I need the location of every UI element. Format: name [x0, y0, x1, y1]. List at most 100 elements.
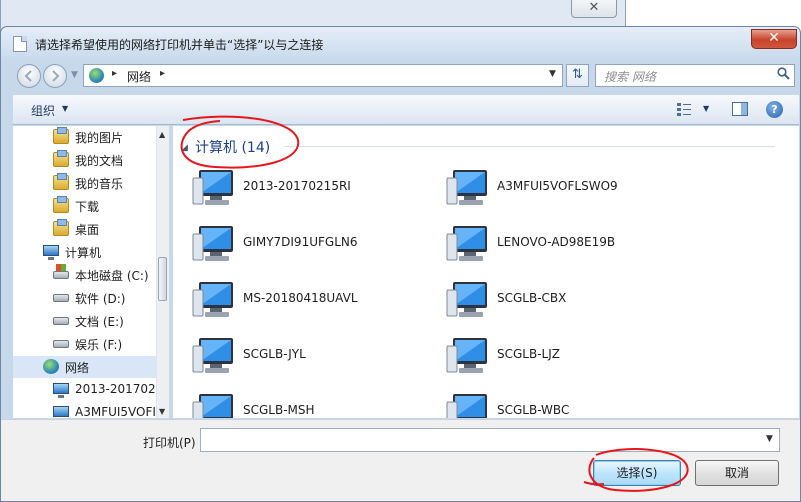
group-divider [285, 146, 775, 147]
dialog-title: 请选择希望使用的网络打印机并单击“选择”以与之连接 [35, 38, 324, 52]
pictures-library-icon [53, 127, 69, 144]
sidebar-item-drive-d[interactable]: 软件 (D:) [13, 287, 159, 309]
computer-name: SCGLB-WBC [497, 403, 570, 417]
sidebar-item-label: 计算机 [65, 246, 102, 260]
music-library-icon [53, 173, 69, 190]
computer-tile[interactable]: A3MFUI5VOFLSWO9 [445, 164, 685, 212]
computer-name: SCGLB-MSH [243, 403, 315, 417]
history-dropdown-icon[interactable]: ▼ [71, 70, 78, 80]
sidebar-item-label: 我的文档 [75, 154, 124, 168]
computer-name: A3MFUI5VOFLSWO9 [497, 179, 618, 193]
computer-icon [191, 336, 235, 376]
breadcrumb-network[interactable]: 网络 [127, 68, 151, 85]
sidebar-item-documents[interactable]: 我的文档 [13, 149, 159, 171]
sidebar-item-desktop[interactable]: 桌面 [13, 218, 159, 240]
computer-tile[interactable]: LENOVO-AD98E19B [445, 220, 685, 268]
computer-icon [191, 280, 235, 320]
computer-tile[interactable]: SCGLB-MSH [191, 388, 431, 418]
sidebar-item-label: 网络 [65, 361, 90, 375]
close-button[interactable]: ✕ [751, 29, 797, 49]
address-dropdown-icon[interactable]: ▼ [549, 69, 556, 79]
scroll-up-icon[interactable]: ▲ [159, 130, 165, 139]
sidebar-item-computer[interactable]: 计算机 [13, 241, 159, 263]
search-icon[interactable] [777, 67, 790, 80]
forward-arrow-icon [52, 70, 60, 82]
drive-icon [53, 340, 69, 348]
view-options-icon[interactable] [676, 102, 692, 116]
document-icon [13, 36, 27, 52]
computer-icon [445, 168, 489, 208]
sidebar-item-drive-f[interactable]: 娱乐 (F:) [13, 333, 159, 355]
computer-name: 2013-20170215RI [243, 179, 351, 193]
system-drive-icon [53, 264, 69, 279]
sidebar-item-drive-c[interactable]: 本地磁盘 (C:) [13, 264, 159, 286]
scrollbar-thumb[interactable] [158, 257, 167, 301]
navigation-pane: 我的图片 我的文档 我的音乐 下载 桌面 计算机 本地磁盘 (C:) 软件 (D… [13, 126, 169, 418]
group-header-computers[interactable]: 计算机 (14) [195, 137, 270, 157]
computer-tile[interactable]: 2013-20170215RI [191, 164, 431, 212]
drive-icon [53, 317, 69, 325]
computer-icon [191, 224, 235, 264]
network-icon [89, 68, 104, 83]
chevron-down-icon[interactable]: ▼ [703, 104, 709, 113]
computer-icon [445, 392, 489, 418]
computer-name: MS-20180418UAVL [243, 291, 358, 305]
back-button[interactable] [17, 64, 41, 88]
sidebar-item-computer-a3mf[interactable]: A3MFUI5VOFI [13, 402, 159, 418]
printer-dropdown-icon[interactable]: ▼ [766, 434, 773, 444]
computer-name: GIMY7DI91UFGLN6 [243, 235, 358, 249]
help-icon[interactable]: ? [766, 101, 783, 118]
sidebar-item-music[interactable]: 我的音乐 [13, 172, 159, 194]
sidebar-item-drive-e[interactable]: 文档 (E:) [13, 310, 159, 332]
sidebar-item-label: A3MFUI5VOFI [75, 405, 156, 418]
computer-name: SCGLB-CBX [497, 291, 567, 305]
computer-tile[interactable]: MS-20180418UAVL [191, 276, 431, 324]
select-button[interactable]: 选择(S) [593, 460, 681, 486]
printer-input[interactable] [200, 428, 780, 452]
organize-menu[interactable]: 组织 [31, 102, 55, 119]
drive-icon [53, 294, 69, 302]
computer-icon [43, 245, 59, 260]
search-input[interactable]: 搜索 网络 [595, 64, 795, 87]
forward-button[interactable] [43, 64, 67, 88]
sidebar-item-label: 本地磁盘 (C:) [75, 269, 149, 283]
computer-tile[interactable]: SCGLB-LJZ [445, 332, 685, 380]
computer-tile[interactable]: SCGLB-JYL [191, 332, 431, 380]
sidebar-item-label: 娱乐 (F:) [75, 338, 123, 352]
sidebar-item-pictures[interactable]: 我的图片 [13, 126, 159, 148]
printer-label: 打印机(P) [143, 436, 196, 450]
scroll-down-icon[interactable]: ▼ [159, 407, 165, 416]
title-bar: 请选择希望使用的网络打印机并单击“选择”以与之连接 [1, 27, 800, 61]
search-placeholder: 搜索 网络 [604, 70, 656, 84]
collapse-group-icon[interactable]: ◢ [181, 143, 188, 153]
sidebar-item-label: 2013-2017021 [75, 382, 164, 396]
computer-icon [445, 336, 489, 376]
computer-name: SCGLB-LJZ [497, 347, 560, 361]
sidebar-item-computer-2013[interactable]: 2013-2017021 [13, 379, 163, 401]
toolbar: 组织 ▼ ▼ ? [13, 95, 799, 125]
bottom-panel: 打印机(P) ▼ 选择(S) 取消 [1, 419, 800, 501]
computer-tile[interactable]: SCGLB-CBX [445, 276, 685, 324]
computer-name: LENOVO-AD98E19B [497, 235, 616, 249]
select-printer-dialog: 请选择希望使用的网络打印机并单击“选择”以与之连接 ✕ ▼ ▸ 网络 ▸ ▼ ⇅… [0, 26, 801, 502]
sidebar-item-label: 文档 (E:) [75, 315, 124, 329]
cancel-button[interactable]: 取消 [695, 460, 779, 486]
computer-tile[interactable]: GIMY7DI91UFGLN6 [191, 220, 431, 268]
breadcrumb-chevron-icon[interactable]: ▸ [112, 68, 117, 79]
address-bar[interactable]: ▸ 网络 ▸ ▼ [83, 64, 563, 87]
preview-pane-icon[interactable] [732, 102, 748, 116]
computer-icon [445, 224, 489, 264]
computer-tile[interactable]: SCGLB-WBC [445, 388, 685, 418]
sidebar-item-network[interactable]: 网络 [13, 356, 159, 378]
network-icon [43, 359, 59, 374]
sidebar-item-downloads[interactable]: 下载 [13, 195, 159, 217]
documents-library-icon [53, 150, 69, 167]
computer-icon [53, 406, 69, 417]
breadcrumb-chevron-icon[interactable]: ▸ [160, 68, 165, 79]
chevron-down-icon[interactable]: ▼ [62, 104, 68, 113]
background-close-button[interactable]: ✕ [571, 0, 617, 18]
computer-icon [53, 383, 69, 398]
refresh-button[interactable]: ⇅ [566, 64, 589, 87]
back-arrow-icon [24, 70, 32, 82]
computer-icon [191, 168, 235, 208]
